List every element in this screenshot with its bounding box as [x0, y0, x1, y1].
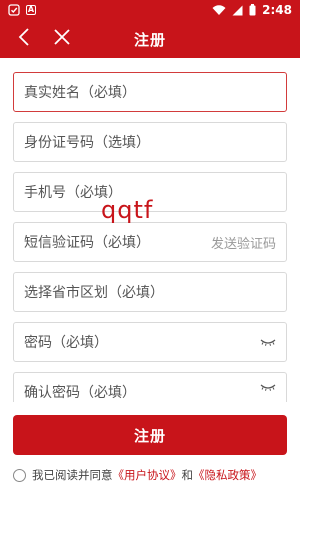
battery-icon: [249, 4, 256, 16]
id-number-placeholder: 身份证号码（选填）: [24, 135, 150, 151]
watermark-text: qqtf: [101, 196, 154, 224]
sms-code-field[interactable]: 短信验证码（必填） 发送验证码: [13, 222, 287, 262]
a-badge-icon: A: [26, 5, 36, 15]
close-button[interactable]: [44, 20, 80, 58]
eye-closed-icon[interactable]: [260, 337, 276, 347]
register-form: 真实姓名（必填） 身份证号码（选填） 手机号（必填） 短信验证码（必填） 发送验…: [0, 58, 300, 402]
real-name-field[interactable]: 真实姓名（必填）: [13, 72, 287, 112]
confirm-password-placeholder: 确认密码（必填）: [24, 385, 136, 401]
close-icon: [54, 29, 70, 49]
id-number-field[interactable]: 身份证号码（选填）: [13, 122, 287, 162]
agreement-and: 和: [181, 468, 194, 482]
password-field[interactable]: 密码（必填）: [13, 322, 287, 362]
eye-closed-icon[interactable]: [260, 382, 276, 392]
region-field[interactable]: 选择省市区划（必填）: [13, 272, 287, 312]
send-code-button[interactable]: 发送验证码: [211, 233, 276, 252]
confirm-password-field[interactable]: 确认密码（必填）: [13, 372, 287, 402]
top-nav-bar: 注册: [0, 20, 300, 58]
back-chevron-icon: [18, 28, 30, 50]
user-agreement-link[interactable]: 《用户协议》: [113, 467, 182, 483]
clock-time: 2:48: [262, 3, 292, 17]
notification-icon: [8, 4, 20, 16]
register-button[interactable]: 注册: [13, 415, 287, 455]
back-button[interactable]: [6, 20, 42, 58]
real-name-placeholder: 真实姓名（必填）: [24, 85, 136, 101]
agreement-row: 我已阅读并同意 《用户协议》 和 《隐私政策》: [13, 467, 262, 483]
status-bar: A 2:48: [0, 0, 300, 20]
signal-icon: [232, 5, 243, 16]
privacy-policy-link[interactable]: 《隐私政策》: [193, 467, 262, 483]
agreement-prefix: 我已阅读并同意: [32, 468, 113, 482]
wifi-icon: [212, 4, 226, 16]
region-placeholder: 选择省市区划（必填）: [24, 285, 164, 301]
password-placeholder: 密码（必填）: [24, 335, 108, 351]
sms-code-placeholder: 短信验证码（必填）: [24, 235, 150, 251]
agree-radio[interactable]: [13, 468, 26, 482]
